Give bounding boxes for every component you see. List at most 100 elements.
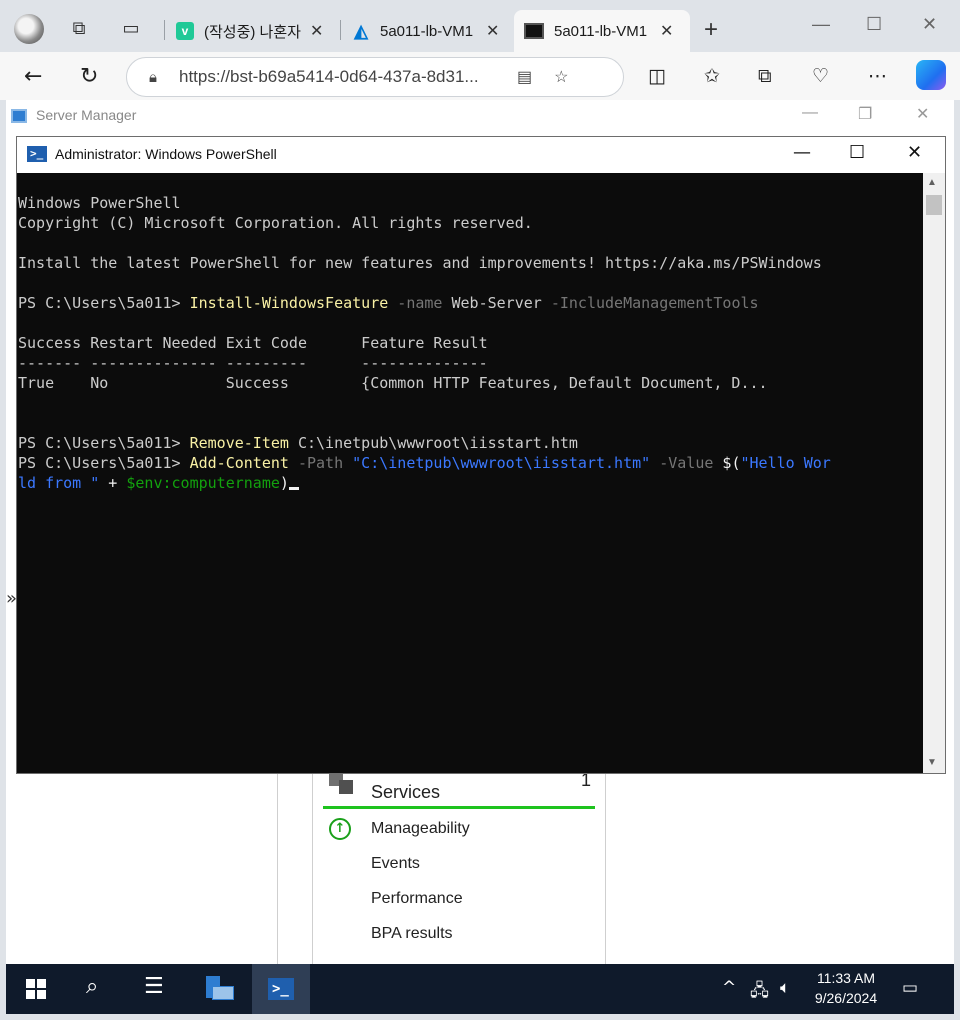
tab-label: 5a011-lb-VM1	[554, 22, 648, 40]
clock[interactable]: 11:33 AM 9/26/2024	[806, 968, 886, 1008]
back-icon[interactable]: ←	[24, 64, 42, 89]
close-window-icon[interactable]: ✕	[922, 14, 937, 35]
powershell-title: Administrator: Windows PowerShell	[55, 146, 277, 162]
subexpression: $(	[713, 454, 741, 472]
string-argument: "Hello Wor	[740, 454, 831, 472]
argument: Web-Server	[442, 294, 542, 312]
azure-icon: ◭	[354, 20, 368, 41]
maximize-icon[interactable]: ☐	[849, 142, 865, 163]
clock-date: 9/26/2024	[814, 990, 878, 1006]
minimize-icon[interactable]: —	[812, 14, 830, 35]
prompt: PS C:\Users\5a011>	[18, 294, 190, 312]
refresh-icon[interactable]: ↻	[80, 64, 98, 89]
favorite-star-icon[interactable]: ☆	[554, 67, 568, 87]
parameter: -IncludeManagementTools	[541, 294, 759, 312]
console-line: PS C:\Users\5a011> Remove-Item C:\inetpu…	[18, 433, 923, 453]
server-manager-titlebar: Server Manager — ❐ ✕	[6, 100, 954, 132]
scrollbar-thumb[interactable]	[926, 195, 942, 215]
start-icon[interactable]	[26, 979, 46, 999]
command: Install-WindowsFeature	[189, 294, 389, 312]
operator: +	[99, 474, 127, 492]
manageability-link[interactable]: Manageability	[371, 820, 470, 838]
tab-label: 5a011-lb-VM1	[380, 22, 474, 40]
server-manager-icon	[11, 109, 27, 123]
server-manager-taskbar-icon[interactable]	[204, 974, 234, 1004]
prompt: PS C:\Users\5a011>	[18, 454, 190, 472]
close-icon[interactable]: ✕	[310, 21, 323, 41]
console-output[interactable]: Windows PowerShell Copyright (C) Microsof…	[17, 173, 923, 773]
volume-muted-icon[interactable]: 🔈︎	[780, 978, 790, 998]
tab-azure-vm[interactable]: ◭ 5a011-lb-VM1 ✕	[342, 10, 509, 52]
notifications-icon[interactable]: ▭	[902, 978, 918, 998]
storage-services-icon	[329, 772, 355, 794]
close-icon[interactable]: ✕	[660, 21, 673, 41]
console-line: Install the latest PowerShell for new fe…	[18, 254, 822, 272]
close-icon[interactable]: ✕	[916, 104, 929, 124]
status-bar	[323, 806, 595, 809]
close-icon[interactable]: ✕	[486, 21, 499, 41]
browser-essentials-icon[interactable]: ♡	[812, 65, 829, 87]
string-argument: "C:\inetpub\wwwroot\iisstart.htm"	[343, 454, 651, 472]
close-icon[interactable]: ✕	[907, 142, 922, 163]
browser-toolbar: ← ↻ 🔒︎ https://bst-b69a5414-0d64-437a-8d…	[0, 52, 960, 100]
network-icon[interactable]: 🖧	[750, 978, 769, 1007]
terminal-icon	[524, 23, 544, 39]
parameter: -name	[388, 294, 443, 312]
subexpression-end: )	[279, 474, 289, 492]
tab-label: (작성중) 나혼자	[204, 23, 301, 41]
workspaces-icon[interactable]: ⧉	[68, 18, 90, 40]
reading-view-icon[interactable]: ▤	[517, 67, 532, 87]
scroll-down-icon[interactable]: ▼	[927, 757, 937, 768]
powershell-icon: >_	[27, 146, 47, 162]
services-tile[interactable]: Services 1 ↑ Manageability Events Perfor…	[312, 752, 606, 964]
search-icon[interactable]: ⌕	[86, 974, 98, 999]
performance-link[interactable]: Performance	[371, 890, 463, 908]
console-line: Windows PowerShell	[18, 194, 181, 212]
favorites-icon[interactable]: ✩	[704, 65, 720, 87]
tab-draft[interactable]: v (작성중) 나혼자 ✕	[166, 10, 333, 52]
console-line: PS C:\Users\5a011> Install-WindowsFeatur…	[18, 293, 923, 313]
new-tab-button[interactable]: +	[704, 16, 718, 44]
browser-tab-bar: ⧉ ▭ v (작성중) 나혼자 ✕ ◭ 5a011-lb-VM1 ✕ 5a011…	[0, 0, 960, 52]
console-line: ------- -------------- --------- -------…	[18, 354, 488, 372]
tab-separator	[340, 20, 341, 40]
command: Add-Content	[189, 454, 289, 472]
split-screen-icon[interactable]: ◫	[648, 65, 666, 87]
powershell-taskbar-icon[interactable]: >_	[268, 978, 294, 1000]
command: Remove-Item	[189, 434, 289, 452]
tab-separator	[164, 20, 165, 40]
collections-icon[interactable]: ⧉	[758, 65, 772, 87]
tab-actions-icon[interactable]: ▭	[120, 18, 142, 40]
task-view-icon[interactable]: ☰	[144, 974, 164, 999]
copilot-icon[interactable]	[916, 60, 946, 90]
parameter: -Value	[650, 454, 714, 472]
minimize-icon[interactable]: —	[802, 104, 818, 122]
clock-time: 11:33 AM	[816, 970, 876, 986]
address-bar[interactable]: 🔒︎ https://bst-b69a5414-0d64-437a-8d31..…	[126, 57, 624, 97]
chevron-up-icon[interactable]: ^	[722, 978, 736, 998]
string-argument: ld from "	[18, 474, 100, 492]
console-line: Copyright (C) Microsoft Corporation. All…	[18, 214, 533, 232]
bpa-results-link[interactable]: BPA results	[371, 925, 453, 943]
lock-icon[interactable]: 🔒︎	[149, 69, 157, 86]
scroll-up-icon[interactable]: ▲	[927, 177, 937, 188]
console-line: PS C:\Users\5a011> Add-Content -Path "C:…	[18, 453, 923, 473]
minimize-icon[interactable]: —	[793, 142, 811, 163]
tab-bastion-vm[interactable]: 5a011-lb-VM1 ✕	[514, 10, 690, 52]
services-title[interactable]: Services	[371, 782, 440, 803]
events-link[interactable]: Events	[371, 855, 420, 873]
windows-taskbar: ⌕ ☰ >_ ^ 🖧 🔈︎ 11:33 AM 9/26/2024 ▭	[6, 964, 954, 1014]
v-icon: v	[176, 22, 194, 40]
url-text[interactable]: https://bst-b69a5414-0d64-437a-8d31...	[179, 67, 495, 87]
profile-avatar[interactable]	[14, 14, 44, 44]
restore-icon[interactable]: ❐	[858, 104, 872, 124]
maximize-icon[interactable]: ☐	[866, 14, 882, 35]
more-options-icon[interactable]: ⋯	[868, 65, 887, 87]
vertical-scrollbar[interactable]: ▲ ▼	[923, 173, 945, 773]
powershell-window[interactable]: >_ Administrator: Windows PowerShell — ☐…	[16, 136, 946, 774]
parameter: -Path	[288, 454, 344, 472]
console-line: True No Success {Common HTTP Features, D…	[18, 374, 768, 392]
server-manager-title: Server Manager	[36, 107, 137, 123]
